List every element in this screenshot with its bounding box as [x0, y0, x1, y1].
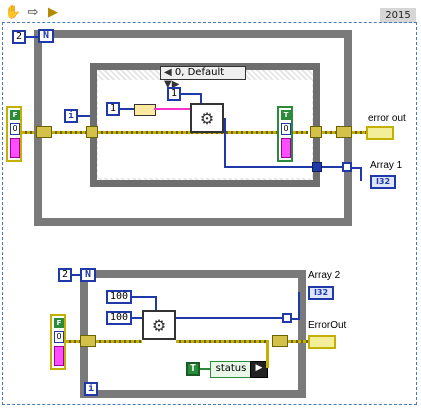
shift-register-left [36, 126, 52, 138]
array2-indicator[interactable]: I32 [308, 286, 334, 300]
loop-count-terminal: N [38, 29, 54, 43]
error-wire-out-2 [352, 131, 366, 134]
bottom-constant-a[interactable]: 100 [106, 290, 132, 304]
shift-register-right [336, 126, 352, 138]
bottom-const-a-wire [132, 296, 156, 298]
case-selector-label: 0, Default [174, 67, 225, 78]
shift-code: 0 [281, 123, 291, 135]
string-wire [154, 108, 190, 110]
constant-1[interactable]: 1 [106, 102, 120, 116]
array-tunnel-inner [312, 162, 322, 172]
inner-tunnel-right [310, 126, 322, 138]
array-wire-out [322, 166, 342, 168]
error-wire-in [22, 131, 34, 134]
toolbar: ✋ ⇨ ▶ [0, 0, 421, 24]
value-wire [181, 93, 201, 95]
bottom-iteration-terminal: i [84, 382, 98, 396]
shift-register-cluster[interactable]: T 0 [277, 106, 293, 162]
bottom-shift-register-right [272, 335, 288, 347]
bottom-loop-count-terminal: N [80, 268, 96, 282]
bottom-error-wire-2 [176, 340, 266, 343]
bottom-error-wire-in [66, 340, 80, 343]
case-selector[interactable]: ◀ 0, Default ▼▶ [160, 66, 246, 90]
count-wire [26, 36, 38, 38]
errorout-label: ErrorOut [308, 320, 347, 331]
error-wire-out-1 [322, 131, 336, 134]
bottom-error-wire-1 [96, 340, 142, 343]
queue-node-icon[interactable]: ⚙ [190, 103, 224, 133]
bottom-error-wire-out [288, 340, 308, 343]
iteration-wire [76, 115, 90, 117]
bottom-error-in-cluster[interactable]: F 0 [50, 314, 66, 370]
convert-node[interactable] [134, 104, 156, 116]
bottom-error-wire-join [266, 340, 269, 368]
errorout-indicator[interactable] [308, 335, 336, 349]
inner-tunnel-left [86, 126, 98, 138]
arrow-tool-icon[interactable]: ⇨ [24, 4, 42, 20]
constant-value[interactable]: 1 [167, 87, 181, 101]
bottom-error-code: 0 [54, 331, 64, 343]
bottom-bool-wire [200, 368, 210, 370]
error-out-indicator[interactable] [366, 126, 394, 140]
bottom-array-wire-up [298, 292, 300, 320]
bottom-true-constant[interactable]: T [186, 362, 200, 376]
error-source [10, 138, 20, 158]
error-code: 0 [10, 123, 20, 135]
status-unbundle[interactable]: status [210, 361, 252, 378]
bottom-error-source [54, 346, 64, 366]
array1-label: Array 1 [370, 160, 403, 171]
bottom-array-tunnel [282, 313, 292, 323]
const-wire [120, 108, 134, 110]
array-wire-drop [360, 167, 362, 181]
array-indexing-tunnel [342, 162, 352, 172]
highlight-execution-icon[interactable]: ▶ [44, 4, 62, 20]
shift-status-bool: T [281, 110, 291, 120]
error-wire-loop [52, 131, 90, 134]
array2-label: Array 2 [308, 270, 341, 281]
bottom-queue-node-icon[interactable]: ⚙ [142, 310, 176, 340]
hand-tool-icon[interactable]: ✋ [4, 4, 22, 20]
array-wire-down [224, 118, 226, 166]
version-badge: 2015 [380, 8, 416, 23]
array1-indicator[interactable]: I32 [370, 175, 396, 189]
shift-source [281, 138, 291, 158]
bottom-count-wire [72, 274, 80, 276]
array-wire-right [224, 166, 314, 168]
error-status-bool: F [10, 110, 20, 120]
value-wire-down [200, 93, 202, 103]
loop-count-constant[interactable]: 2 [12, 30, 26, 44]
bottom-loop-count-constant[interactable]: 2 [58, 268, 72, 282]
bottom-constant-b[interactable]: 100 [106, 311, 132, 325]
bottom-array-wire [176, 317, 284, 319]
error-out-label: error out [368, 113, 406, 124]
bottom-const-b-wire [132, 317, 142, 319]
bottom-shift-register-left [80, 335, 96, 347]
error-in-cluster[interactable]: F 0 [6, 106, 22, 162]
bottom-error-status-bool: F [54, 318, 64, 328]
